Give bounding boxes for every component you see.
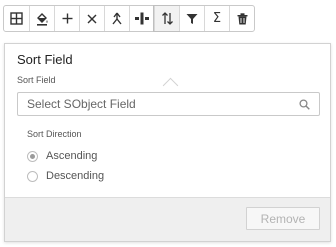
trash-icon xyxy=(237,12,247,24)
remove-button[interactable]: Remove xyxy=(246,207,320,230)
add-button[interactable] xyxy=(54,6,79,31)
ascending-label: Ascending xyxy=(46,150,98,162)
descending-radio[interactable] xyxy=(27,170,38,182)
descending-option[interactable]: Descending xyxy=(27,170,104,182)
fill-color-button[interactable] xyxy=(29,6,54,31)
sobject-field-input[interactable] xyxy=(27,97,289,111)
grid-button[interactable] xyxy=(4,6,29,31)
ascending-option[interactable]: Ascending xyxy=(27,150,97,162)
sort-field-popover: Sort Field Sort Field Sort Direction Asc… xyxy=(4,43,331,242)
add-icon xyxy=(62,13,72,24)
sum-icon: Σ xyxy=(212,11,222,26)
merge-up-button[interactable] xyxy=(104,6,129,31)
sobject-field-search[interactable] xyxy=(17,92,320,116)
toolbar: Σ xyxy=(3,5,255,32)
search-icon xyxy=(299,99,310,110)
grid-icon xyxy=(10,12,23,25)
close-icon xyxy=(87,14,97,23)
column-split-button[interactable] xyxy=(129,6,154,31)
delete-x-button[interactable] xyxy=(79,6,104,31)
popover-footer: Remove xyxy=(5,197,330,241)
sort-button[interactable] xyxy=(153,5,180,32)
popover-notch xyxy=(162,77,179,94)
filter-icon xyxy=(186,13,198,24)
sum-button[interactable]: Σ xyxy=(204,6,229,31)
filter-button[interactable] xyxy=(179,6,204,31)
ascending-radio[interactable] xyxy=(27,150,38,162)
trash-button[interactable] xyxy=(229,6,254,31)
merge-up-icon xyxy=(112,12,122,25)
sort-field-label: Sort Field xyxy=(17,75,56,85)
fill-color-icon xyxy=(37,12,48,26)
popover-title: Sort Field xyxy=(17,52,73,67)
sort-icon xyxy=(161,12,173,25)
sort-direction-label: Sort Direction xyxy=(27,129,82,139)
column-split-icon xyxy=(135,12,149,25)
descending-label: Descending xyxy=(46,170,105,182)
